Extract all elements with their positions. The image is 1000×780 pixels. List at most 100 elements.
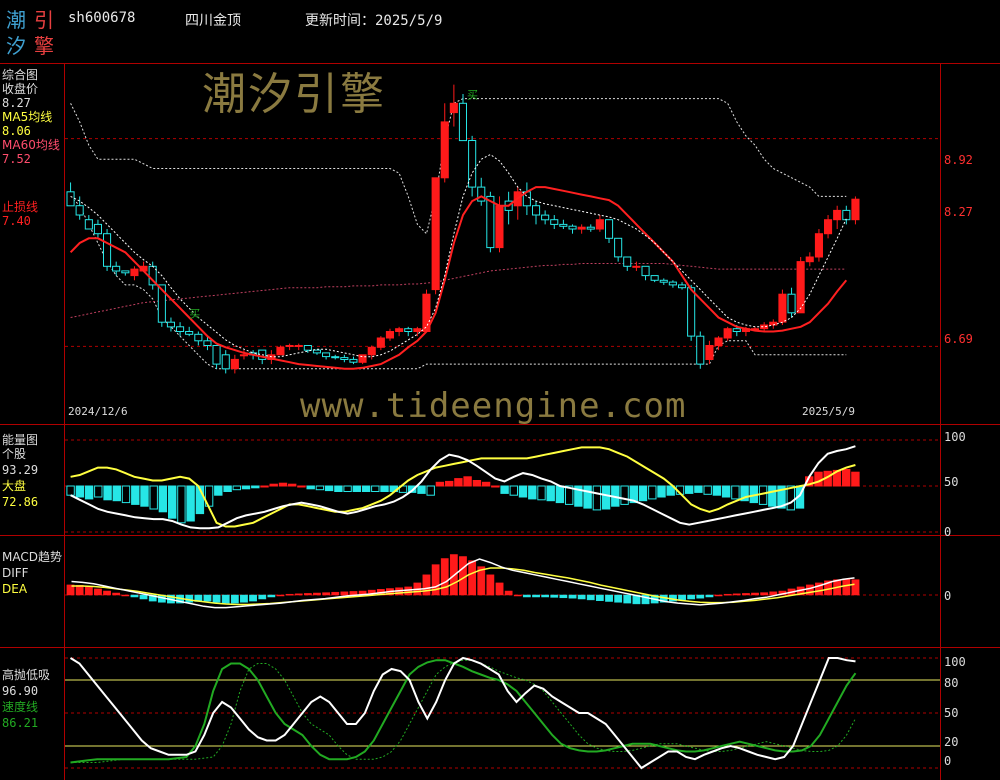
- macd-bar: [313, 592, 321, 596]
- energy-bar: [112, 485, 121, 502]
- macd-bar: [440, 558, 449, 596]
- macd-bar: [577, 594, 586, 600]
- macd-bar: [760, 592, 769, 596]
- candle-body: [449, 102, 458, 114]
- energy-bar: [814, 471, 823, 487]
- macd-bar: [468, 560, 477, 596]
- energy-bar: [491, 485, 500, 488]
- macd-bar: [696, 594, 705, 599]
- energy-bar: [297, 485, 306, 488]
- buy-marker-top: 买: [467, 89, 478, 102]
- macd-bar: [121, 594, 130, 597]
- energy-bar: [620, 485, 629, 505]
- candle-body: [824, 219, 833, 235]
- candle-body: [75, 205, 84, 216]
- macd-bar: [568, 594, 577, 599]
- energy-bar: [278, 482, 288, 487]
- energy-bar: [288, 483, 297, 487]
- macd-bar: [769, 591, 778, 596]
- energy-bar: [842, 468, 851, 487]
- macd-bar: [732, 593, 741, 596]
- macd-bar: [504, 590, 513, 596]
- macd-bar: [203, 594, 212, 602]
- energy-bar: [694, 485, 703, 493]
- macd-bar: [559, 594, 568, 599]
- energy-bar: [472, 480, 482, 487]
- energy-bar: [103, 485, 112, 501]
- energy-bar: [371, 485, 380, 492]
- energy-bar: [223, 485, 232, 492]
- candle-body: [331, 356, 340, 359]
- energy-bar: [648, 485, 657, 500]
- macd-bar: [541, 594, 550, 598]
- energy-bar: [214, 485, 223, 496]
- energy-bar: [426, 485, 435, 496]
- candle-body: [833, 209, 842, 221]
- energy-bar: [851, 471, 860, 487]
- candle-body: [176, 326, 185, 332]
- candle-body: [532, 205, 541, 216]
- energy-bar: [232, 485, 242, 491]
- energy-bar: [592, 485, 602, 511]
- macd-bar: [130, 594, 139, 598]
- candle-body: [787, 293, 796, 314]
- candle-body: [678, 284, 687, 289]
- macd-bar: [322, 592, 331, 596]
- energy-bar: [380, 485, 389, 492]
- energy-bar: [334, 485, 343, 492]
- energy-bar: [94, 485, 103, 498]
- energy-bar: [251, 485, 260, 489]
- candle-body: [294, 345, 303, 347]
- energy-bar: [583, 485, 592, 509]
- candle-body: [121, 270, 130, 274]
- macd-bar: [532, 594, 540, 598]
- energy-bar: [509, 485, 519, 496]
- candle-body: [723, 328, 732, 339]
- energy-bar: [417, 485, 426, 494]
- stoploss-line: [69, 186, 848, 370]
- energy-bar: [786, 485, 795, 511]
- energy-bar: [131, 485, 140, 505]
- candle-body: [659, 279, 668, 283]
- energy-bar: [66, 485, 75, 496]
- energy-bar: [638, 485, 648, 502]
- energy-bar: [343, 485, 352, 492]
- energy-bar: [269, 483, 278, 487]
- candle-body: [577, 226, 586, 230]
- candle-body: [687, 287, 696, 337]
- buy-marker-left: 买: [189, 308, 200, 321]
- macd-bar: [723, 593, 732, 596]
- candle-body: [66, 191, 75, 207]
- macd-bar: [842, 578, 851, 596]
- macd-bar: [340, 591, 349, 596]
- macd-bar: [550, 594, 559, 598]
- energy-bar: [352, 485, 362, 492]
- candle-body: [376, 337, 385, 348]
- macd-bar: [240, 594, 248, 603]
- candle-body: [84, 219, 93, 230]
- macd-bar: [112, 592, 121, 596]
- energy-bar: [500, 485, 509, 494]
- macd-bar: [139, 594, 148, 600]
- macd-bar: [258, 594, 267, 600]
- candle-body: [112, 265, 121, 272]
- candle-body: [632, 265, 641, 268]
- energy-bar: [454, 478, 463, 487]
- macd-bar: [103, 590, 111, 596]
- candle-body: [93, 223, 103, 235]
- candle-body: [495, 205, 504, 249]
- candle-body: [166, 321, 175, 328]
- macd-bar: [751, 592, 759, 596]
- candle-body: [431, 177, 440, 291]
- candle-body: [568, 225, 577, 230]
- macd-bar: [623, 594, 632, 604]
- energy-bar: [158, 485, 168, 513]
- candle-body: [595, 219, 604, 230]
- energy-bar: [601, 485, 611, 510]
- energy-bar: [731, 485, 740, 500]
- candle-body: [778, 293, 787, 323]
- candle-body: [303, 345, 312, 351]
- macd-bar: [513, 594, 522, 597]
- macd-bar: [84, 586, 93, 596]
- energy-bar: [685, 485, 694, 494]
